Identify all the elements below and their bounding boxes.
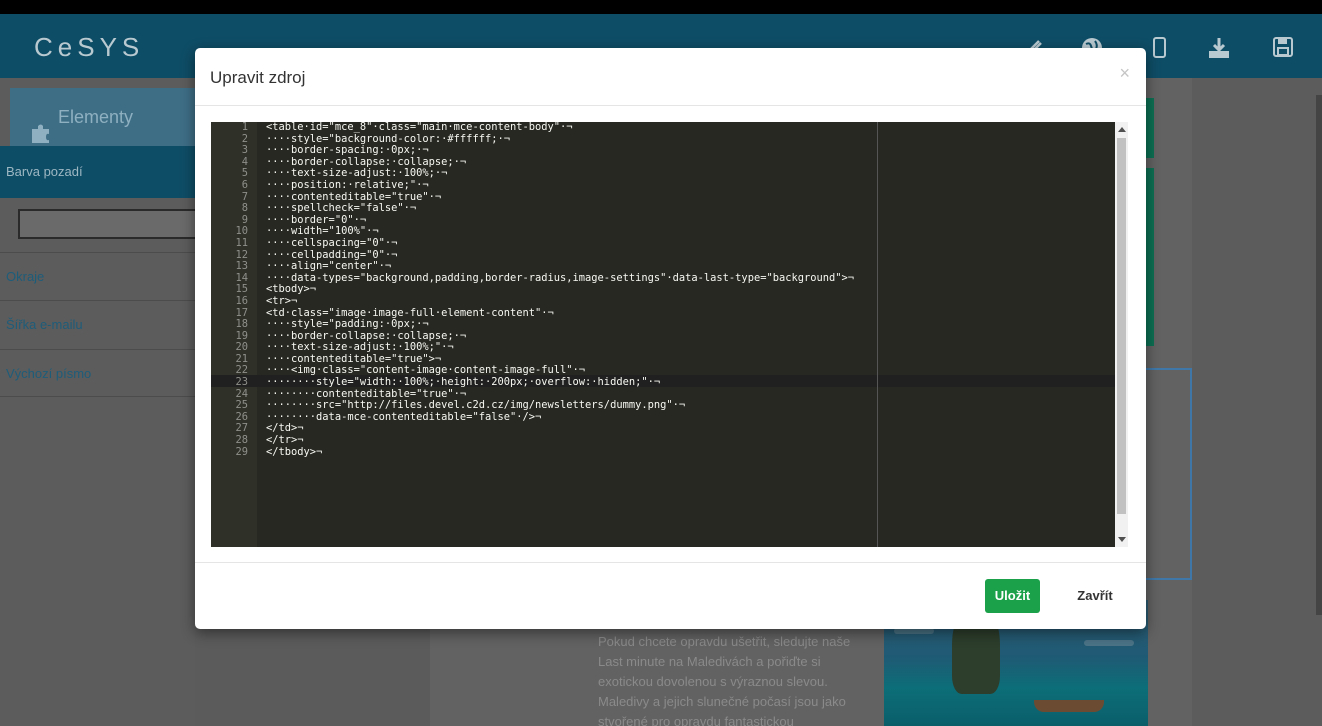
- line-code[interactable]: <table·id="mce_8"·class="main·mce-conten…: [266, 122, 573, 134]
- code-line[interactable]: 29 </tbody>¬: [211, 445, 1115, 459]
- line-number: 18: [235, 318, 248, 331]
- close-icon[interactable]: ×: [1119, 63, 1130, 84]
- modal-divider: [195, 562, 1146, 563]
- line-code[interactable]: ········style="width:·100%;·height:·200p…: [266, 376, 660, 389]
- sidebar-tab-elements[interactable]: Elementy: [10, 88, 195, 146]
- code-line[interactable]: 1 <table·id="mce_8"·class="main·mce-conte…: [211, 122, 1115, 134]
- code-line[interactable]: 23 ········style="width:·100%;·height:·20…: [211, 376, 1115, 389]
- line-number: 16: [235, 294, 248, 307]
- line-number: 1: [241, 122, 248, 133]
- modal-divider: [195, 105, 1146, 106]
- code-line[interactable]: 18 ····style="padding:·0px;·¬: [211, 318, 1115, 331]
- sidebar-item-default-font[interactable]: Výchozí písmo: [0, 349, 195, 397]
- line-number: 23: [235, 376, 248, 389]
- sidebar: Elementy Barva pozadí Okraje Šířka e-mai…: [0, 78, 198, 726]
- code-line[interactable]: 6 ····position:·relative;"·¬: [211, 178, 1115, 192]
- mobile-icon[interactable]: [1150, 36, 1174, 60]
- line-number: 28: [235, 434, 248, 447]
- save-icon[interactable]: [1272, 36, 1296, 60]
- scroll-down-icon[interactable]: [1118, 537, 1126, 542]
- line-code[interactable]: </tbody>¬: [266, 446, 322, 459]
- code-line[interactable]: 14 ····data-types="background,padding,bor…: [211, 272, 1115, 285]
- modal-title: Upravit zdroj: [210, 68, 306, 87]
- line-number: 11: [235, 236, 248, 249]
- code-editor[interactable]: 1 <table·id="mce_8"·class="main·mce-conte…: [211, 122, 1128, 547]
- sidebar-item-margins[interactable]: Okraje: [0, 252, 195, 300]
- selected-element-frame: [1140, 368, 1192, 580]
- line-code[interactable]: ····position:·relative;"·¬: [266, 179, 429, 192]
- photo-boat: [1034, 700, 1104, 712]
- line-number: 8: [241, 202, 248, 215]
- code-line[interactable]: 13 ····align="center"·¬: [211, 261, 1115, 273]
- top-bar: [0, 0, 1322, 14]
- line-number: 13: [235, 260, 248, 273]
- line-code[interactable]: ····spellcheck="false"·¬: [266, 203, 416, 215]
- download-icon[interactable]: [1207, 36, 1231, 60]
- sidebar-item-background-color[interactable]: Barva pozadí: [0, 146, 195, 198]
- canvas-right-area: [1192, 78, 1322, 726]
- edit-source-modal: Upravit zdroj × 1 <table·id="mce_8"·class…: [195, 48, 1146, 629]
- code-line[interactable]: 8 ····spellcheck="false"·¬: [211, 203, 1115, 215]
- line-code[interactable]: ········data-mce-contenteditable="false"…: [266, 411, 541, 424]
- article-text: Pokud chcete opravdu ušetřit, sledujte n…: [598, 634, 851, 726]
- code-line[interactable]: 26 ········data-mce-contenteditable="fals…: [211, 411, 1115, 424]
- editor-scrollbar[interactable]: [1115, 122, 1128, 547]
- sidebar-item-email-width[interactable]: Šířka e-mailu: [0, 300, 195, 348]
- code-line[interactable]: 16 <tr>¬: [211, 294, 1115, 308]
- line-code[interactable]: ····data-types="background,padding,borde…: [266, 272, 854, 285]
- code-line[interactable]: 27 </td>¬: [211, 423, 1115, 435]
- photo-cloud: [1084, 640, 1134, 646]
- close-button[interactable]: Zavřít: [1065, 579, 1125, 613]
- scrollbar-thumb[interactable]: [1117, 138, 1126, 514]
- line-code[interactable]: ····align="center"·¬: [266, 261, 391, 273]
- code-line[interactable]: 11 ····cellspacing="0"·¬: [211, 236, 1115, 250]
- sidebar-tab-label: Elementy: [58, 107, 134, 127]
- code-line[interactable]: 28 </tr>¬: [211, 434, 1115, 447]
- scroll-up-icon[interactable]: [1118, 127, 1126, 132]
- save-button[interactable]: Uložit: [985, 579, 1040, 613]
- line-number: 6: [241, 178, 248, 191]
- line-code[interactable]: </tr>¬: [266, 434, 304, 447]
- line-code[interactable]: ····cellspacing="0"·¬: [266, 237, 397, 250]
- code-lines[interactable]: 1 <table·id="mce_8"·class="main·mce-conte…: [211, 122, 1115, 458]
- line-number: 29: [235, 445, 248, 458]
- app-logo[interactable]: CeSYS: [34, 32, 144, 63]
- page-scrollbar[interactable]: [1316, 95, 1322, 615]
- line-code[interactable]: <tr>¬: [266, 295, 297, 308]
- code-line[interactable]: 15 <tbody>¬: [211, 284, 1115, 296]
- background-color-input[interactable]: [18, 209, 198, 239]
- line-code[interactable]: ····style="padding:·0px;·¬: [266, 318, 429, 331]
